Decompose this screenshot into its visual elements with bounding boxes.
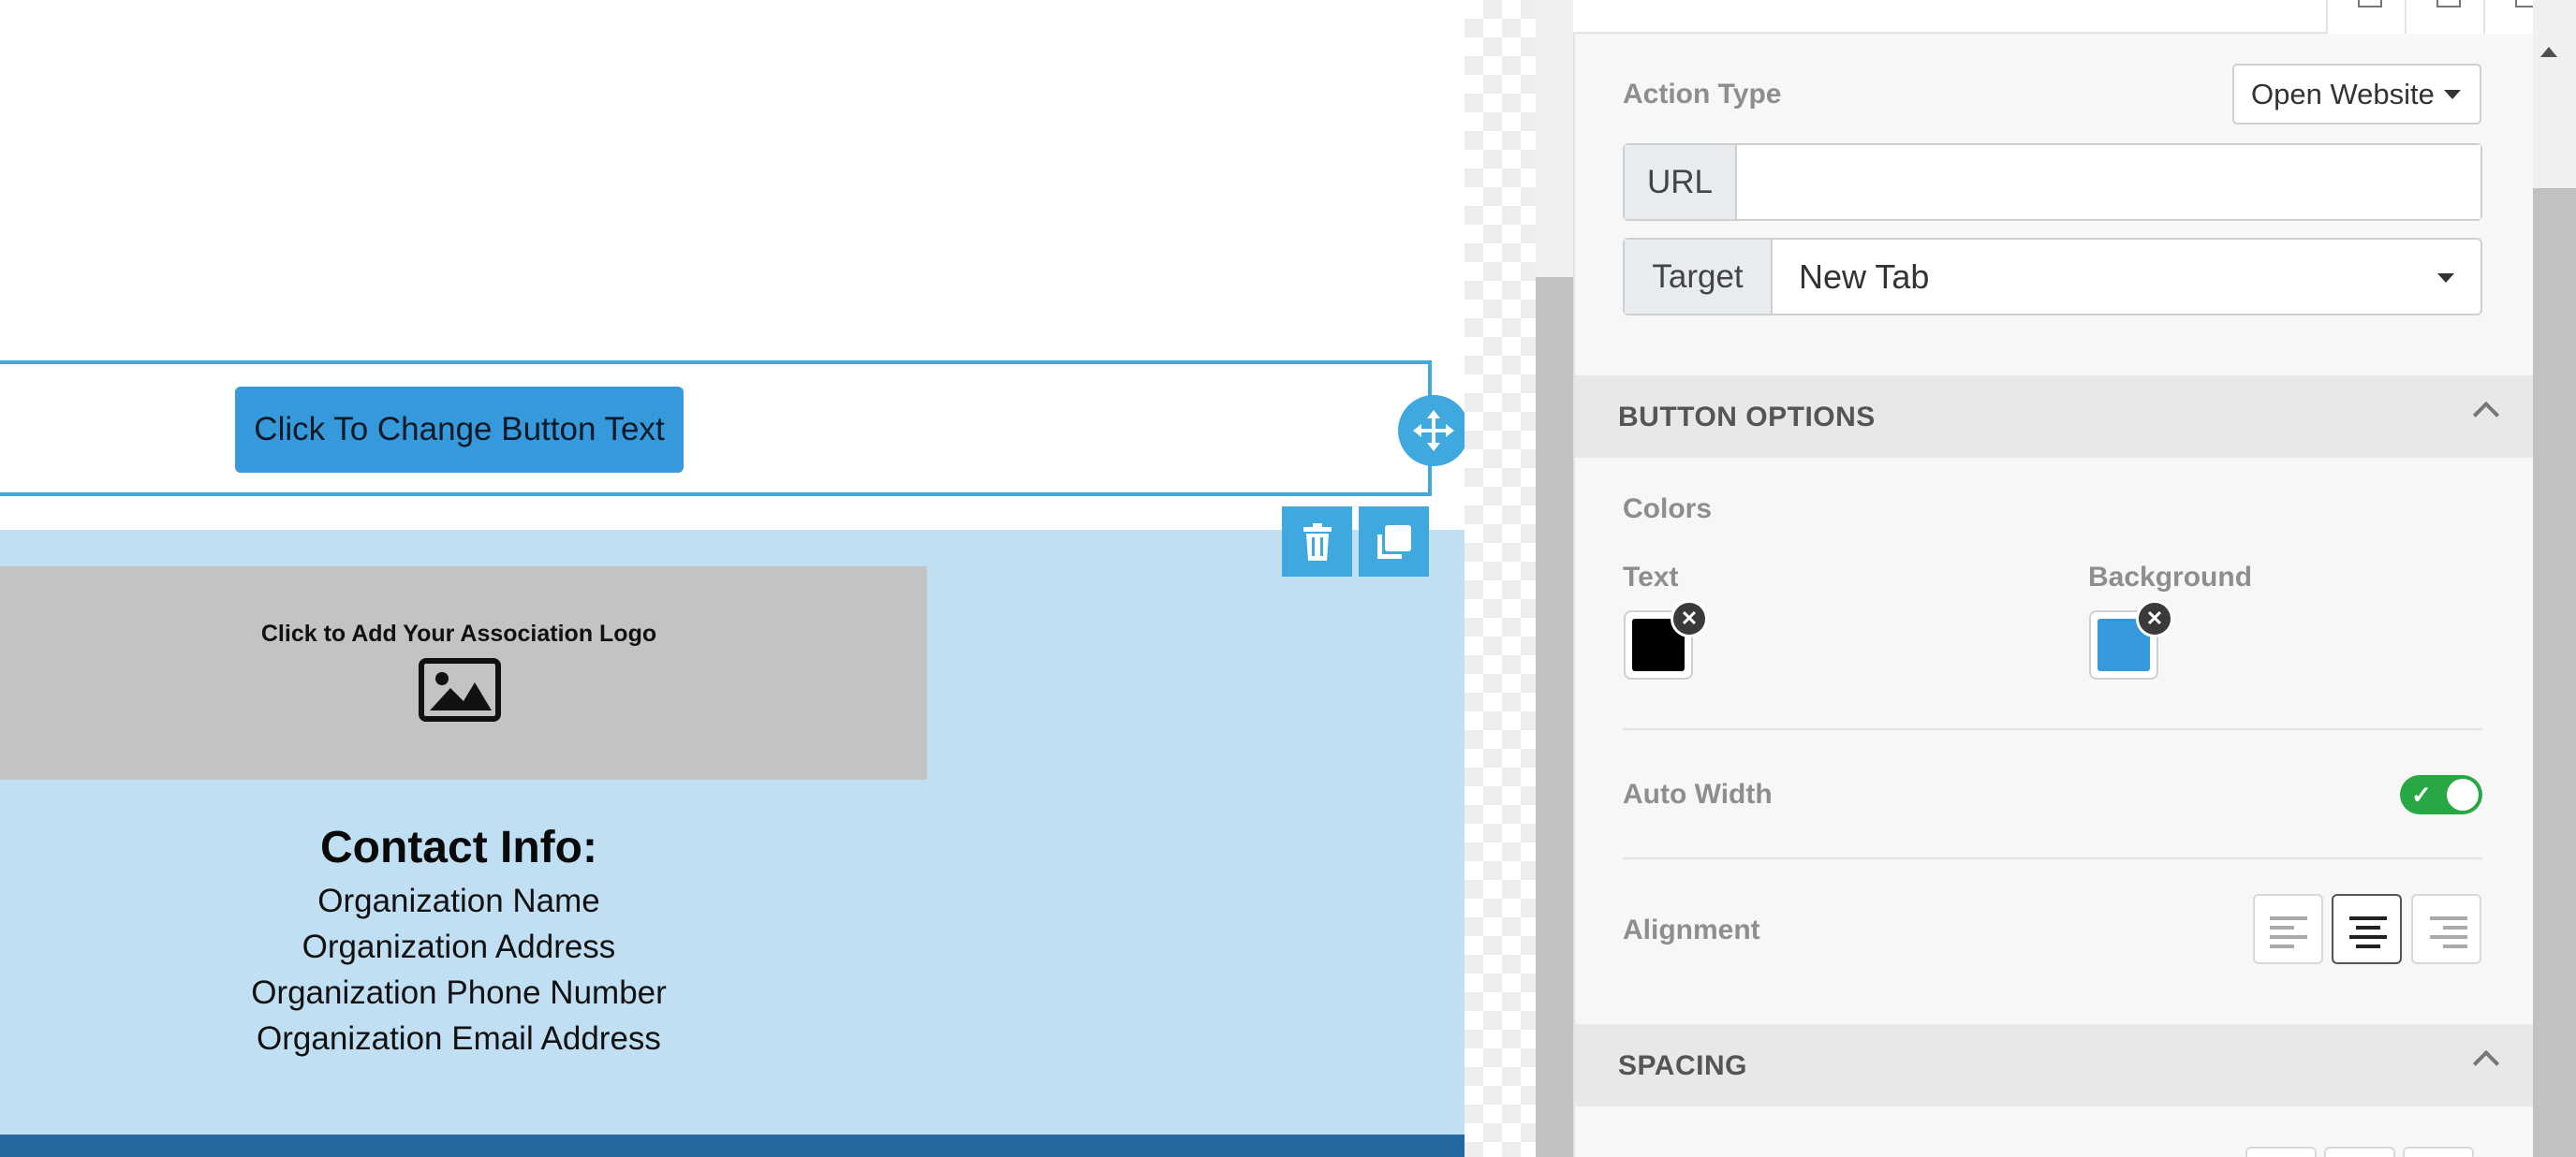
spacing-option-button[interactable] (2245, 1147, 2317, 1157)
alignment-label: Alignment (1623, 915, 1760, 945)
target-addon: Target (1625, 240, 1773, 314)
duplicate-block-button[interactable] (1359, 506, 1429, 577)
contact-org-phone: Organization Phone Number (251, 974, 667, 1011)
caret-down-icon (2437, 273, 2454, 283)
clear-background-color-button[interactable]: ✕ (2136, 600, 2173, 637)
toolbar-button-2[interactable] (2405, 0, 2485, 34)
image-icon[interactable] (419, 658, 501, 722)
url-input-group: URL (1623, 143, 2482, 221)
url-addon: URL (1625, 145, 1737, 219)
panel-toolbar (1573, 0, 2539, 34)
clear-text-color-button[interactable]: ✕ (1671, 600, 1708, 637)
toggle-knob (2447, 779, 2479, 811)
target-dropdown[interactable]: New Tab (1773, 240, 2480, 314)
action-type-dropdown[interactable]: Open Website (2232, 64, 2481, 124)
align-left-button[interactable] (2253, 894, 2323, 964)
toolbar-button-1[interactable] (2326, 0, 2407, 34)
move-arrows-icon (1413, 410, 1454, 451)
contact-org-email: Organization Email Address (257, 1020, 661, 1057)
footer-bar (0, 1135, 1465, 1157)
button-block-selected[interactable] (0, 360, 1432, 496)
auto-width-toggle[interactable]: ✓ (2400, 775, 2482, 814)
action-type-label: Action Type (1623, 79, 1782, 110)
scroll-up-arrow-icon[interactable] (2540, 47, 2557, 57)
copy-icon (1376, 524, 1411, 559)
text-color-label: Text (1623, 562, 1679, 593)
canvas-scrollbar-thumb[interactable] (1536, 277, 1573, 1157)
action-type-value: Open Website (2251, 77, 2435, 110)
close-icon: ✕ (2145, 607, 2164, 630)
contact-title: Contact Info: (320, 823, 597, 872)
url-input[interactable] (1737, 145, 2480, 219)
button-options-header[interactable]: BUTTON OPTIONS (1575, 375, 2533, 458)
contact-org-address: Organization Address (302, 929, 616, 965)
colors-label: Colors (1623, 493, 1713, 524)
check-icon: ✓ (2411, 781, 2432, 809)
toolbar-button-3[interactable] (2483, 0, 2539, 34)
divider (1623, 857, 2482, 859)
close-icon: ✕ (1680, 607, 1699, 630)
button-options-title: BUTTON OPTIONS (1618, 402, 1876, 432)
auto-width-label: Auto Width (1623, 779, 1773, 810)
divider (1623, 728, 2482, 730)
panel-scrollbar-thumb[interactable] (2533, 188, 2576, 1157)
delete-block-button[interactable] (1282, 506, 1352, 577)
caret-down-icon (2443, 89, 2461, 99)
align-right-button[interactable] (2411, 894, 2481, 964)
spacing-option-button[interactable] (2403, 1147, 2474, 1157)
chevron-up-icon (2472, 401, 2500, 429)
spacing-title: SPACING (1618, 1050, 1747, 1081)
trash-icon (1303, 522, 1332, 561)
target-input-group: Target New Tab (1623, 238, 2482, 315)
spacing-option-button[interactable] (2324, 1147, 2395, 1157)
logo-caption[interactable]: Click to Add Your Association Logo (0, 621, 918, 648)
spacing-header[interactable]: SPACING (1575, 1024, 2533, 1106)
canvas-transparent-margin (1465, 0, 1536, 1157)
background-color-label: Background (2088, 562, 2253, 593)
cta-button[interactable]: Click To Change Button Text (235, 387, 684, 473)
chevron-up-icon (2472, 1049, 2500, 1077)
align-center-button[interactable] (2332, 894, 2402, 964)
move-handle[interactable] (1398, 395, 1469, 466)
target-value: New Tab (1799, 256, 1930, 296)
contact-org-name: Organization Name (317, 883, 600, 919)
email-canvas: Click To Change Button Text Click to Add… (0, 0, 1465, 1157)
